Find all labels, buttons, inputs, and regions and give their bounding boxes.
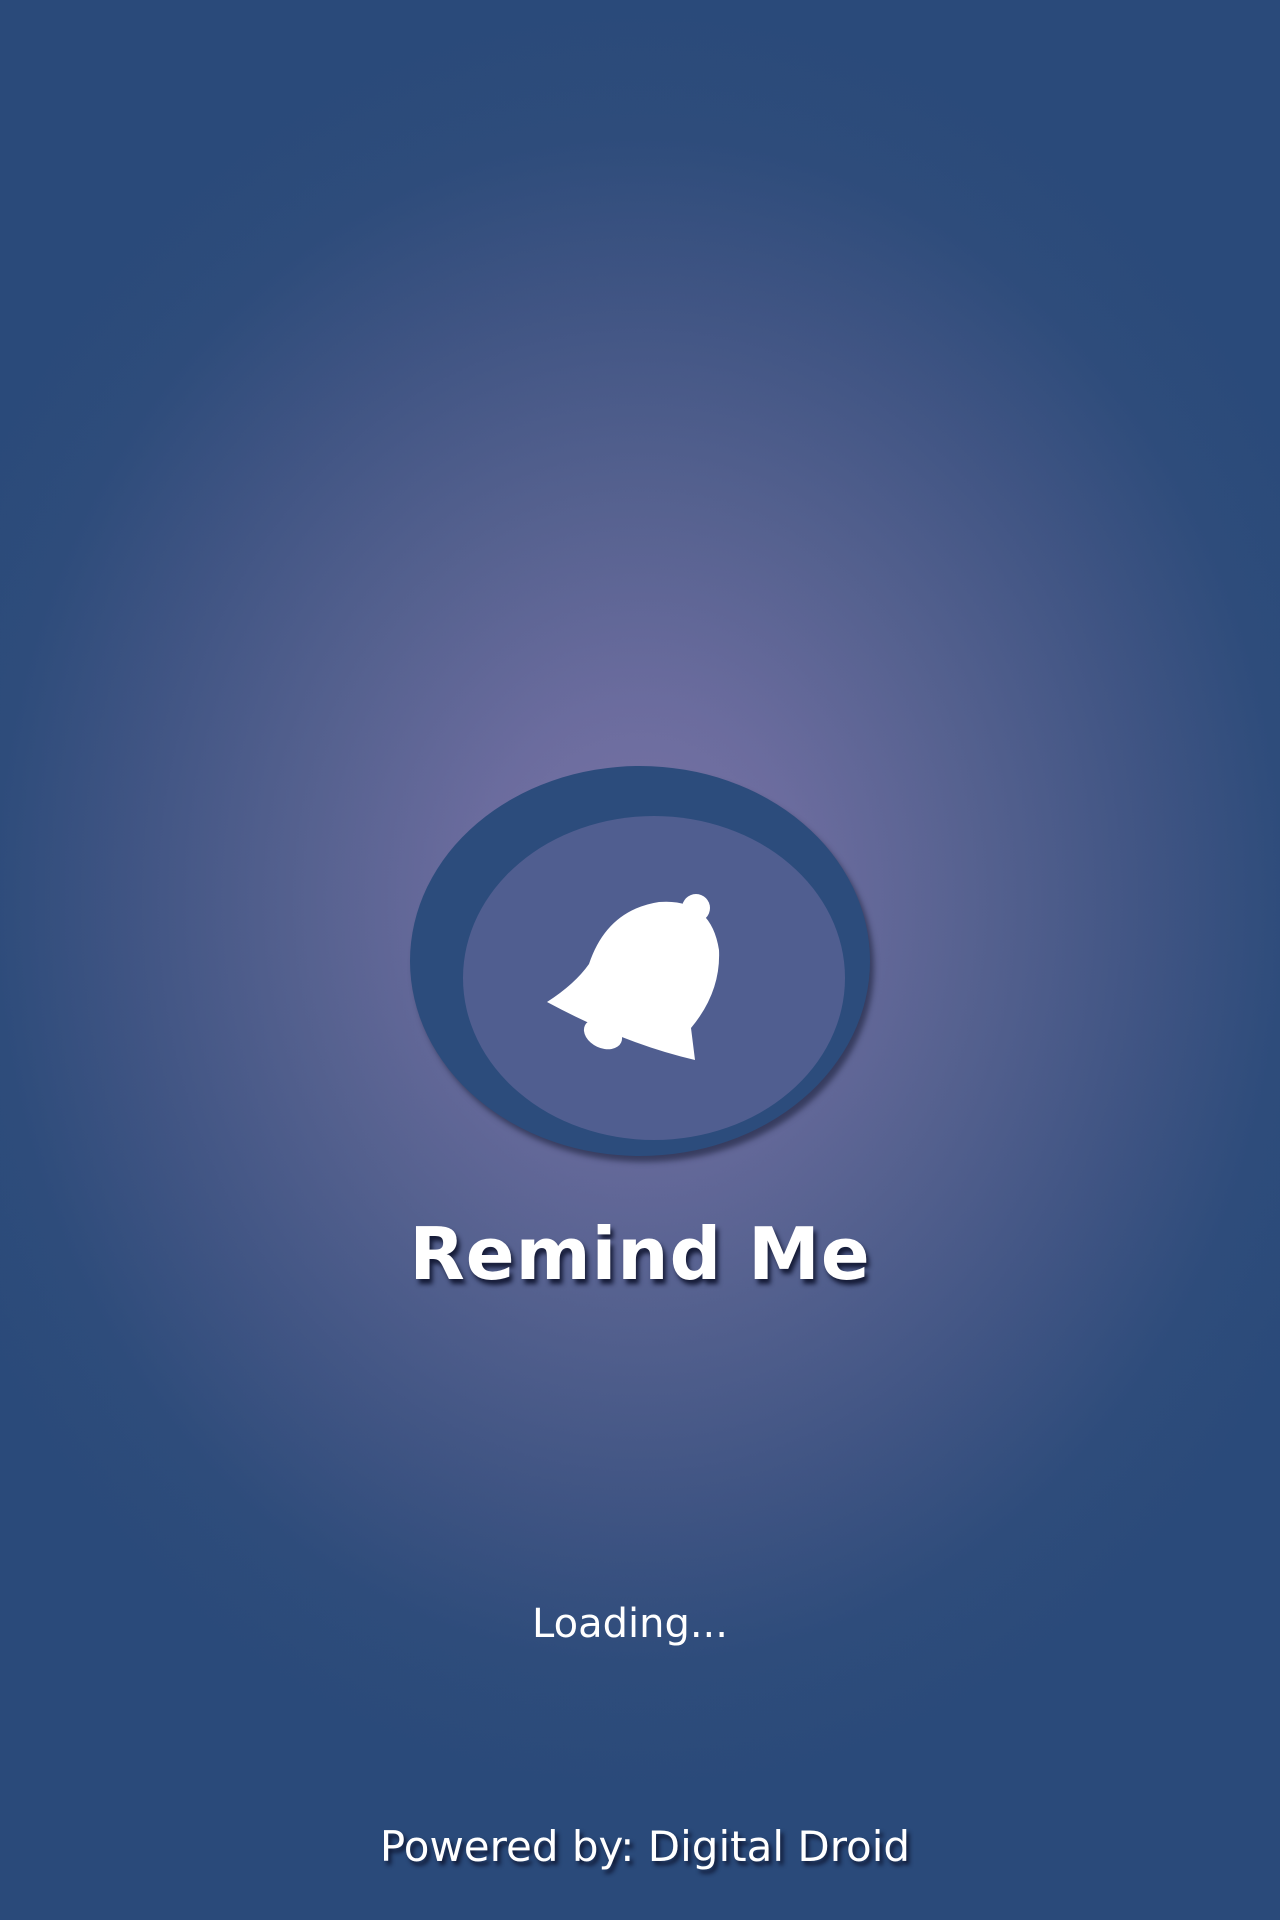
loading-text: Loading... [532, 1601, 728, 1647]
app-logo [410, 766, 870, 1156]
app-title: Remind Me [409, 1212, 871, 1296]
bell-icon [547, 894, 720, 1060]
app-logo-inner [463, 816, 845, 1140]
powered-by-text: Powered by: Digital Droid [379, 1822, 911, 1871]
